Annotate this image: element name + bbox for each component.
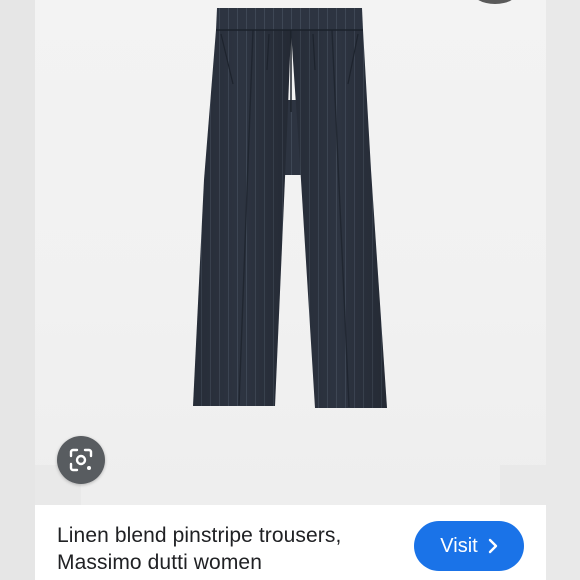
product-image[interactable] xyxy=(35,0,546,505)
visit-label: Visit xyxy=(440,534,478,557)
left-gutter xyxy=(0,0,35,580)
product-title[interactable]: Linen blend pinstripe trousers, Massimo … xyxy=(57,522,397,576)
chevron-right-icon xyxy=(488,538,498,554)
screen: Linen blend pinstripe trousers, Massimo … xyxy=(0,0,580,580)
lens-button[interactable] xyxy=(57,436,105,484)
product-title-line1: Linen blend pinstripe trousers, xyxy=(57,524,342,547)
trousers-photo xyxy=(193,8,387,408)
product-title-line2: Massimo dutti women xyxy=(57,551,262,574)
image-corner-right xyxy=(500,465,546,505)
right-gutter xyxy=(546,0,580,580)
result-card: Linen blend pinstripe trousers, Massimo … xyxy=(35,505,546,580)
lens-camera-icon xyxy=(69,448,93,472)
visit-button[interactable]: Visit xyxy=(414,521,524,571)
